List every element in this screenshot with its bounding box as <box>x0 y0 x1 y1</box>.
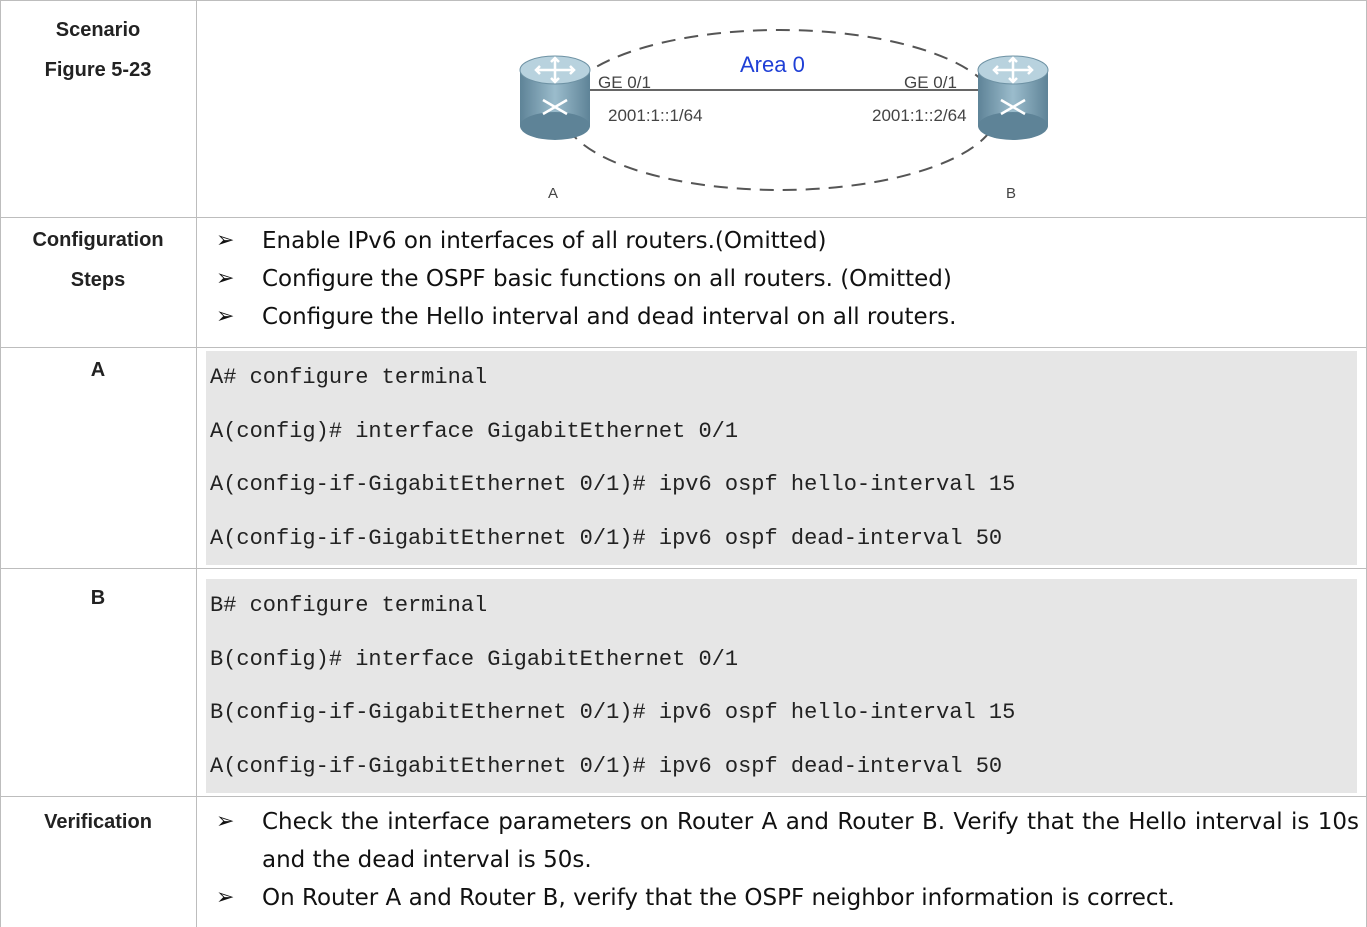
code-line: A(config-if-GigabitEthernet 0/1)# ipv6 o… <box>210 525 1003 551</box>
arrow-bullet-icon: ➢ <box>216 304 235 329</box>
area-label: Area 0 <box>740 52 805 77</box>
figure-label: Figure 5-23 <box>44 59 152 81</box>
list-item: ➢ On Router A and Router B, verify that t… <box>216 879 1359 917</box>
scenario-label: Scenario <box>55 19 141 41</box>
list-item: ➢ Configure the OSPF basic functions on a… <box>216 260 1359 298</box>
code-line: A(config-if-GigabitEthernet 0/1)# ipv6 o… <box>210 753 1003 779</box>
router-b-ip: 2001:1::2/64 <box>872 106 967 125</box>
list-item: ➢ Configure the Hello interval and dead i… <box>216 298 1359 336</box>
steps-label: Configuration <box>32 229 164 251</box>
arrow-bullet-icon: ➢ <box>216 809 235 834</box>
router-b-port: GE 0/1 <box>904 73 957 92</box>
steps-list: ➢ Enable IPv6 on interfaces of all router… <box>216 222 1359 336</box>
code-line: B(config-if-GigabitEthernet 0/1)# ipv6 o… <box>210 700 1016 725</box>
router-b-code-block: B# configure terminal B(config)# interfa… <box>206 579 1357 793</box>
router-b-icon <box>977 55 1049 140</box>
verification-list: ➢ Check the interface parameters on Route… <box>216 803 1359 917</box>
code-line: A(config)# interface GigabitEthernet 0/1 <box>210 418 739 444</box>
arrow-bullet-icon: ➢ <box>216 228 235 253</box>
topology-diagram: Area 0 GE 0/1 2001:1::1/64 GE 0/1 2001:1… <box>510 12 1050 212</box>
router-a-port: GE 0/1 <box>598 73 651 92</box>
router-a-label: A <box>90 359 106 381</box>
arrow-bullet-icon: ➢ <box>216 885 235 910</box>
router-a-name: A <box>548 185 558 202</box>
code-line: A# configure terminal <box>210 365 488 390</box>
verification-label: Verification <box>44 811 152 833</box>
code-line: A(config-if-GigabitEthernet 0/1)# ipv6 o… <box>210 472 1016 497</box>
router-a-icon <box>519 55 591 140</box>
steps-label-2: Steps <box>70 269 126 291</box>
router-b-name: B <box>1006 185 1016 202</box>
code-line: B(config)# interface GigabitEthernet 0/1 <box>210 646 739 672</box>
config-table: Scenario Figure 5-23 Area 0 GE 0/1 2001:… <box>0 0 1367 927</box>
router-a-code-block: A# configure terminal A(config)# interfa… <box>206 351 1357 565</box>
arrow-bullet-icon: ➢ <box>216 266 235 291</box>
router-a-ip: 2001:1::1/64 <box>608 106 703 125</box>
router-b-label: B <box>90 587 106 609</box>
list-item: ➢ Enable IPv6 on interfaces of all router… <box>216 222 1359 260</box>
code-line: B# configure terminal <box>210 593 488 618</box>
list-item: ➢ Check the interface parameters on Route… <box>216 803 1359 879</box>
